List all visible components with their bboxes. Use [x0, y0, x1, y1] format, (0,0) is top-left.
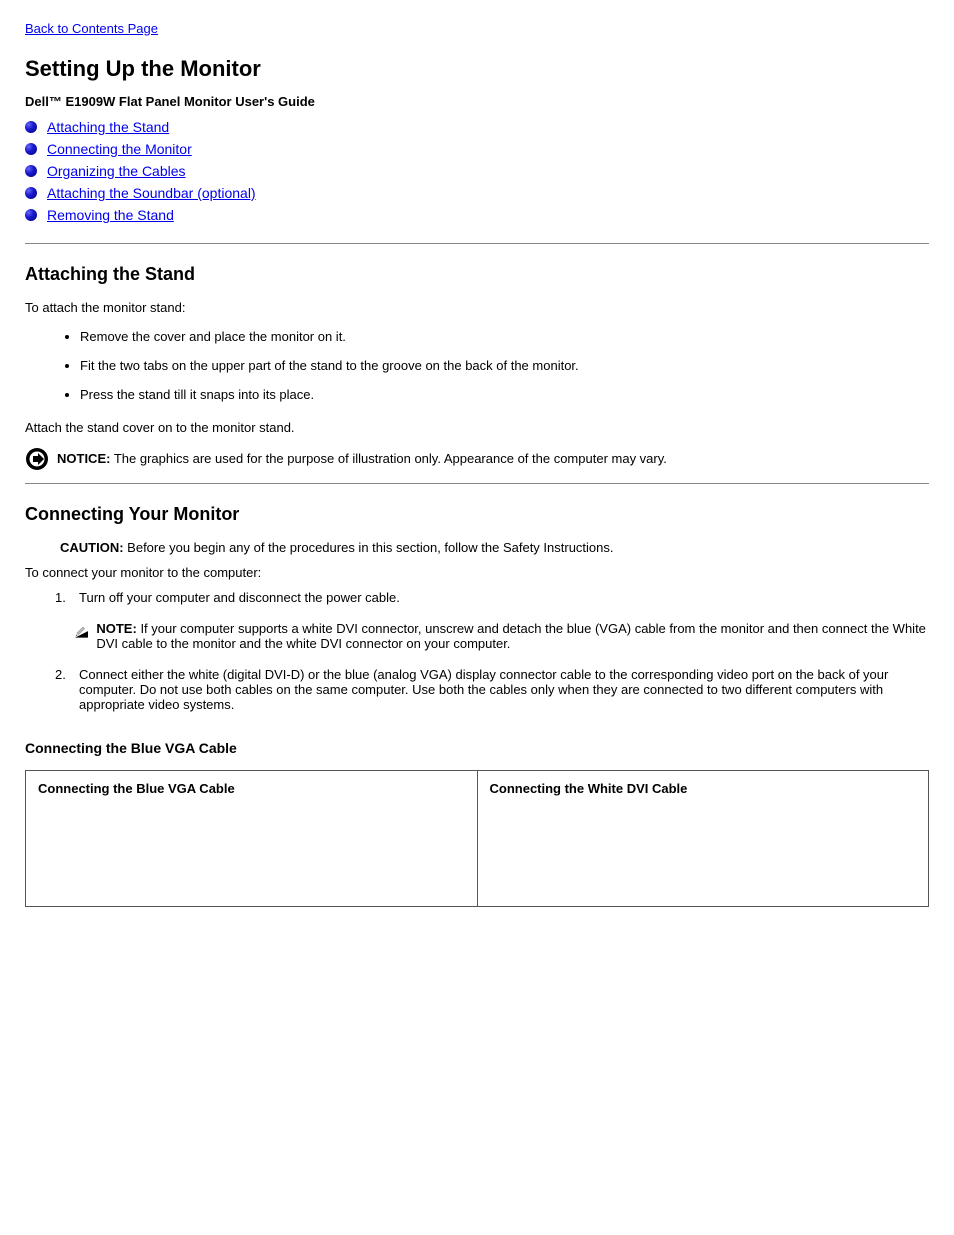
subsection-heading-vga: Connecting the Blue VGA Cable	[25, 740, 929, 756]
table-of-contents: Attaching the Stand Connecting the Monit…	[25, 119, 929, 223]
step-2: 2. Connect either the white (digital DVI…	[55, 667, 929, 712]
list-item: Press the stand till it snaps into its p…	[80, 387, 929, 402]
section-heading-attaching-stand: Attaching the Stand	[25, 264, 929, 285]
arrow-right-circle-icon	[25, 447, 49, 471]
bullet-sphere-icon	[25, 143, 37, 155]
step-text: Connect either the white (digital DVI-D)…	[79, 667, 929, 712]
attaching-stand-steps: Remove the cover and place the monitor o…	[25, 329, 929, 402]
step-1: 1. Turn off your computer and disconnect…	[55, 590, 929, 605]
step-number: 1.	[55, 590, 79, 605]
notice-body: The graphics are used for the purpose of…	[114, 451, 667, 466]
list-item: Fit the two tabs on the upper part of th…	[80, 358, 929, 373]
section-heading-connecting-monitor: Connecting Your Monitor	[25, 504, 929, 525]
table-header-vga: Connecting the Blue VGA Cable	[26, 771, 478, 907]
bullet-sphere-icon	[25, 165, 37, 177]
note-label: NOTE:	[96, 621, 136, 636]
bullet-sphere-icon	[25, 187, 37, 199]
bullet-sphere-icon	[25, 121, 37, 133]
table-header-dvi: Connecting the White DVI Cable	[477, 771, 929, 907]
toc-link-organizing-cables[interactable]: Organizing the Cables	[47, 163, 186, 179]
page-subtitle: Dell™ E1909W Flat Panel Monitor User's G…	[25, 94, 929, 109]
divider	[25, 483, 929, 484]
bullet-sphere-icon	[25, 209, 37, 221]
caution-body: Before you begin any of the procedures i…	[127, 540, 613, 555]
toc-link-connecting-monitor[interactable]: Connecting the Monitor	[47, 141, 192, 157]
list-item: Remove the cover and place the monitor o…	[80, 329, 929, 344]
notice-text: NOTICE: The graphics are used for the pu…	[57, 451, 667, 466]
caution-label: CAUTION:	[60, 540, 124, 555]
divider	[25, 243, 929, 244]
connecting-intro: To connect your monitor to the computer:	[25, 565, 929, 580]
back-to-contents-link[interactable]: Back to Contents Page	[25, 21, 158, 36]
notice-label: NOTICE:	[57, 451, 110, 466]
toc-link-attaching-soundbar[interactable]: Attaching the Soundbar (optional)	[47, 185, 256, 201]
caution-block: CAUTION: Before you begin any of the pro…	[60, 540, 929, 555]
attaching-stand-intro: To attach the monitor stand:	[25, 300, 929, 315]
note-block: NOTE: If your computer supports a white …	[75, 621, 929, 651]
cable-table: Connecting the Blue VGA Cable Connecting…	[25, 770, 929, 907]
step-text: Turn off your computer and disconnect th…	[79, 590, 400, 605]
page-title: Setting Up the Monitor	[25, 56, 929, 82]
notice-block: NOTICE: The graphics are used for the pu…	[25, 451, 929, 471]
note-pencil-icon	[75, 621, 88, 641]
toc-link-attaching-stand[interactable]: Attaching the Stand	[47, 119, 169, 135]
toc-link-removing-stand[interactable]: Removing the Stand	[47, 207, 174, 223]
step-number: 2.	[55, 667, 79, 712]
note-body: If your computer supports a white DVI co…	[96, 621, 926, 651]
note-text: NOTE: If your computer supports a white …	[96, 621, 929, 651]
attaching-stand-closing: Attach the stand cover on to the monitor…	[25, 420, 929, 435]
